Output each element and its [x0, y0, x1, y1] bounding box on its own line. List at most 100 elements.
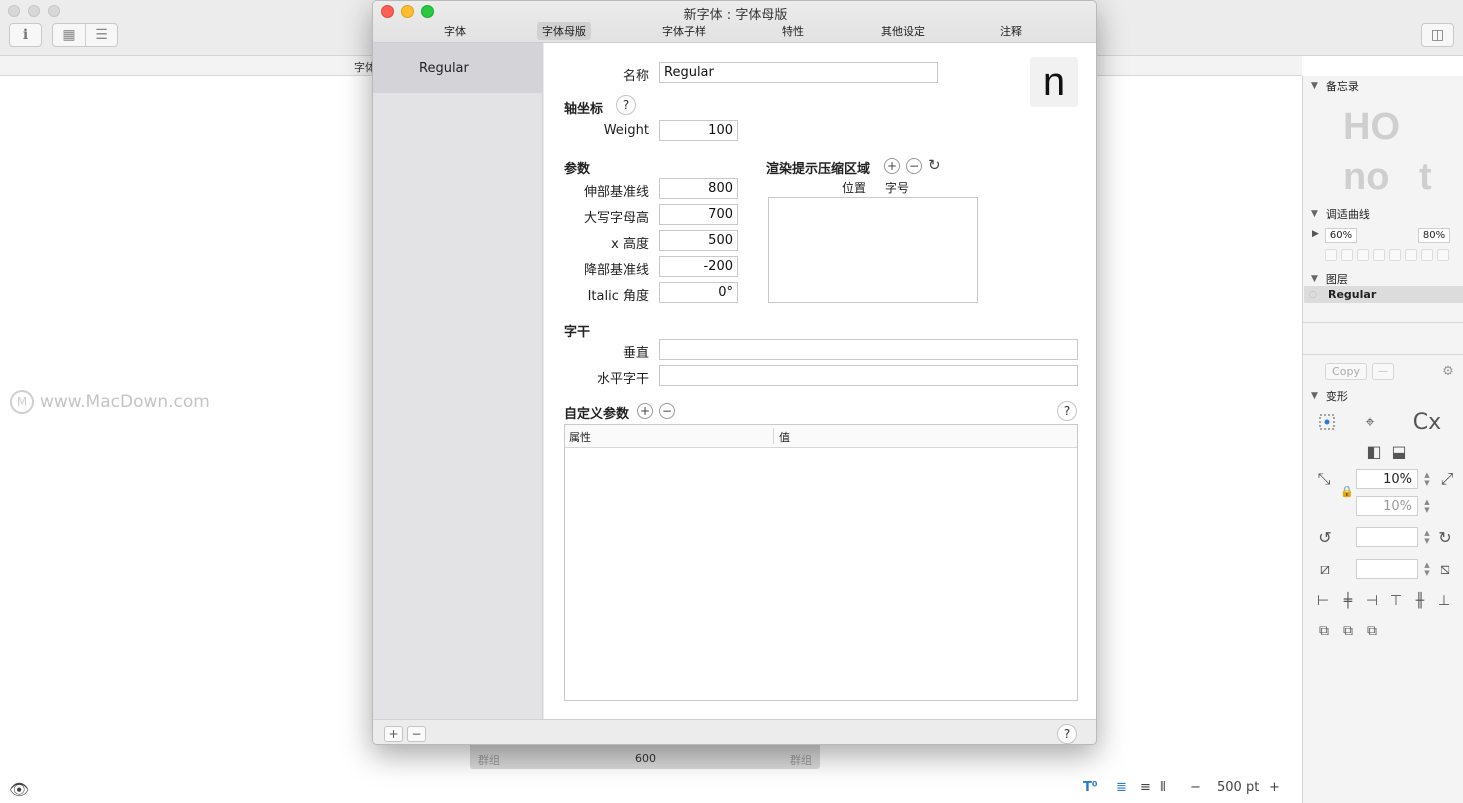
memo-header[interactable]: ▼ 备忘录: [1311, 78, 1359, 94]
scale-down-icon[interactable]: ⤡: [1313, 468, 1335, 490]
tab-features[interactable]: 特性: [777, 22, 809, 40]
rotate-left-icon[interactable]: ↺: [1314, 526, 1336, 548]
column-header-property[interactable]: 属性: [569, 429, 591, 445]
add-custom-param-button[interactable]: +: [637, 403, 653, 419]
curve-preset[interactable]: [1325, 249, 1337, 261]
hint-zones-title: 渲染提示压缩区域: [766, 162, 871, 177]
curve-preset[interactable]: [1357, 249, 1369, 261]
scale-x-stepper[interactable]: ▲ ▼: [1423, 469, 1431, 489]
ascender-field[interactable]: 800: [659, 178, 738, 199]
curve-preset[interactable]: [1405, 249, 1417, 261]
curve-preset[interactable]: [1421, 249, 1433, 261]
rotate-field[interactable]: [1356, 527, 1418, 547]
close-button-inactive[interactable]: [8, 5, 20, 17]
zoom-button-inactive[interactable]: [48, 5, 60, 17]
hint-zones-list[interactable]: [768, 197, 978, 303]
list-view-icon[interactable]: ☰: [85, 24, 117, 46]
bounding-box-icon[interactable]: [1316, 411, 1338, 433]
tab-other-settings[interactable]: 其他设定: [875, 22, 931, 40]
tab-font[interactable]: 字体: [439, 22, 471, 40]
params-section-title: 参数: [564, 162, 591, 177]
curve-preset[interactable]: [1389, 249, 1401, 261]
remove-hint-zone-button[interactable]: −: [906, 158, 922, 174]
tab-masters[interactable]: 字体母版: [537, 22, 591, 40]
descender-field[interactable]: -200: [659, 256, 738, 277]
tab-instances[interactable]: 字体子样: [656, 22, 712, 40]
weight-field[interactable]: 100: [659, 120, 738, 141]
add-hint-zone-button[interactable]: +: [884, 158, 900, 174]
master-item-regular[interactable]: Regular: [373, 43, 543, 93]
axes-help-button[interactable]: ?: [616, 95, 636, 115]
curve-preset[interactable]: [1373, 249, 1385, 261]
align-right-icon[interactable]: ≡: [1140, 780, 1151, 795]
copy-button[interactable]: Copy: [1325, 363, 1367, 380]
remove-custom-param-button[interactable]: −: [659, 403, 675, 419]
vertical-text-icon[interactable]: ⦀: [1160, 780, 1166, 795]
vertical-stems-field[interactable]: [659, 339, 1078, 360]
slant-right-icon[interactable]: ⧅: [1434, 558, 1456, 580]
slant-left-icon[interactable]: ⧄: [1314, 558, 1336, 580]
subtract-icon[interactable]: ⧉: [1337, 620, 1359, 642]
add-master-button[interactable]: +: [384, 726, 403, 742]
refresh-icon[interactable]: ↻: [928, 156, 941, 174]
remove-master-button[interactable]: −: [407, 726, 426, 742]
align-right-edge-icon[interactable]: ⊣: [1361, 590, 1383, 612]
align-bottom-edge-icon[interactable]: ⊥: [1433, 590, 1455, 612]
info-button[interactable]: i: [9, 23, 42, 47]
align-center-v-icon[interactable]: ╫: [1409, 590, 1431, 612]
curve-left-percent[interactable]: 60%: [1325, 228, 1357, 243]
column-divider[interactable]: [773, 428, 774, 444]
align-center-h-icon[interactable]: ╪: [1337, 590, 1359, 612]
align-left-icon[interactable]: ≣: [1116, 780, 1127, 795]
scale-y-stepper[interactable]: ▲ ▼: [1423, 496, 1431, 516]
sidebar-toggle-button[interactable]: ◫: [1421, 23, 1454, 47]
memo-preview-glyph-no: no: [1343, 156, 1390, 198]
minimize-button-inactive[interactable]: [28, 5, 40, 17]
slant-stepper[interactable]: ▲ ▼: [1423, 559, 1431, 579]
character-transform-icon[interactable]: Cx: [1398, 410, 1456, 435]
horizontal-stems-field[interactable]: [659, 365, 1078, 386]
eye-icon[interactable]: ◌: [1309, 290, 1317, 300]
text-tool-icon[interactable]: T⁰: [1083, 780, 1098, 795]
dialog-help-button[interactable]: ?: [1057, 724, 1077, 744]
macdown-logo-icon: M: [10, 390, 34, 414]
layers-header[interactable]: ▼ 图层: [1311, 271, 1348, 287]
italic-angle-field[interactable]: 0°: [659, 282, 738, 303]
custom-params-table[interactable]: 属性 值: [564, 424, 1078, 701]
curve-header[interactable]: ▼ 调适曲线: [1311, 206, 1370, 222]
origin-crosshair-icon[interactable]: ⌖: [1359, 411, 1381, 433]
gear-icon[interactable]: ⚙: [1439, 363, 1457, 380]
weight-label: Weight: [603, 123, 649, 138]
transform-header[interactable]: ▼ 变形: [1311, 388, 1348, 404]
rotate-right-icon[interactable]: ↻: [1434, 526, 1456, 548]
layer-name: Regular: [1328, 288, 1377, 301]
custom-params-help-button[interactable]: ?: [1057, 401, 1077, 421]
curve-preset[interactable]: [1341, 249, 1353, 261]
rotate-stepper[interactable]: ▲ ▼: [1423, 527, 1431, 547]
column-header-value[interactable]: 值: [779, 429, 790, 445]
x-height-field[interactable]: 500: [659, 230, 738, 251]
master-name-field[interactable]: Regular: [659, 62, 938, 83]
grid-view-icon[interactable]: ▦: [53, 24, 85, 46]
curve-preset[interactable]: [1437, 249, 1449, 261]
zoom-in-icon[interactable]: +: [1269, 780, 1280, 795]
intersect-icon[interactable]: ⧉: [1361, 620, 1383, 642]
scale-up-icon[interactable]: ⤢: [1436, 468, 1458, 490]
flip-vertical-icon[interactable]: ⬓: [1388, 440, 1410, 462]
zoom-out-icon[interactable]: −: [1190, 780, 1201, 795]
tab-notes[interactable]: 注释: [995, 22, 1027, 40]
align-left-edge-icon[interactable]: ⊢: [1312, 590, 1334, 612]
flip-horizontal-icon[interactable]: ◧: [1363, 440, 1385, 462]
scale-x-field[interactable]: 10%: [1356, 469, 1418, 489]
remove-layer-button[interactable]: —: [1372, 363, 1394, 380]
slant-field[interactable]: [1356, 559, 1418, 579]
curve-right-percent[interactable]: 80%: [1418, 228, 1450, 243]
union-icon[interactable]: ⧉: [1313, 620, 1335, 642]
disclosure-closed-icon[interactable]: ▶: [1312, 229, 1319, 239]
align-top-edge-icon[interactable]: ⊤: [1385, 590, 1407, 612]
lock-icon[interactable]: 🔒: [1336, 480, 1358, 502]
scale-y-field[interactable]: 10%: [1356, 496, 1418, 516]
eye-icon[interactable]: 👁: [9, 780, 29, 799]
layer-row-regular[interactable]: ◌ Regular: [1304, 286, 1463, 303]
cap-height-field[interactable]: 700: [659, 204, 738, 225]
